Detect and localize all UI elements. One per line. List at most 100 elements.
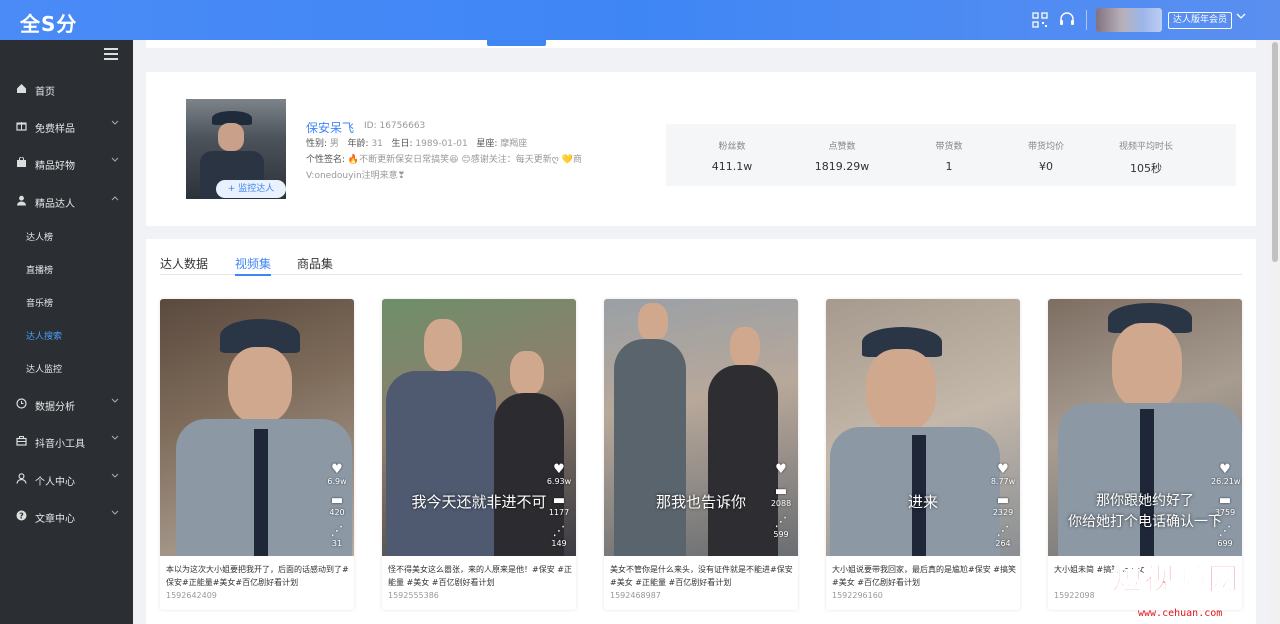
influencer-signature: 个性签名: 🔥不断更新保安日常搞笑😆 😊感谢关注：每天更新ღ 💛商 [306,152,582,165]
stat-label: 带货数 [935,142,963,152]
comment-icon: ▬ [552,493,566,508]
video-caption: 怪不得美女这么嚣张，来的人原来是他！#保安 #正能量 #美女 #百亿剧好看计划 [388,565,572,587]
vip-badge: 达人版年会员 [1168,12,1233,29]
video-side-stats: ♥ 6.9w ▬ 420 ⋰ 31 [323,463,351,556]
heart-icon: ♥ [775,462,787,477]
stat-avg-price: 带货均价 ¥0 [996,139,1096,173]
sidebar-item-featured-influencers[interactable]: 精品达人 [0,187,133,215]
stat-products: 带货数 1 [899,139,999,173]
video-caption: 本以为这次大小姐要把我开了，后面的话感动到了#保安#正能量#美女#百亿剧好看计划 [166,565,349,587]
signature-text: V:onedouyin注明来意❣ [306,171,406,181]
tab-influencer-data[interactable]: 达人数据 [160,255,208,272]
stat-value: ¥0 [1039,160,1053,173]
gender-value: 男 [329,139,339,149]
content-card: 达人数据 视频集 商品集 ♥ 6.9w ▬ 420 ⋰ 31 本以为这次大小姐要把我开… [146,239,1256,624]
video-side-stats: ♥ 26.21w ▬ 3759 ⋰ 699 [1211,463,1241,556]
video-thumbnail[interactable]: 我今天还就非进不可 ♥ 6.93w ▬ 1177 ⋰ 149 [382,299,576,556]
chevron-down-icon [111,156,119,165]
comment-icon: ▬ [996,493,1010,508]
video-thumbnail[interactable]: 那我也告诉你 ♥ ▬ 2088 ⋰ 599 [604,299,798,556]
site-watermark: 短视频网 www.cehuan.com [1112,548,1280,624]
topbar-divider [1086,10,1087,30]
video-side-stats: ♥ 8.77w ▬ 2329 ⋰ 264 [989,463,1017,556]
qr-code-icon[interactable] [1032,12,1048,28]
headset-icon[interactable] [1059,12,1075,28]
sidebar-subitem-label: 直播榜 [26,266,54,276]
sidebar-item-free-samples[interactable]: 免费样品 [0,112,133,140]
stat-value: 1 [945,160,953,173]
search-button[interactable] [487,40,546,46]
sidebar-item-featured-goods[interactable]: 精品好物 [0,149,133,177]
shares-count: 31 [331,539,343,548]
comments-count: 2088 [770,499,792,508]
sidebar-subitem-influencer-monitor[interactable]: 达人监控 [0,355,133,381]
sidebar-subitem-music-rank[interactable]: 音乐榜 [0,289,133,315]
tab-bar: 达人数据 视频集 商品集 [160,255,1242,276]
tab-videos[interactable]: 视频集 [235,255,272,276]
influencer-id: ID: 16756663 [364,121,426,131]
stat-value: 105秒 [1130,162,1162,175]
sidebar-item-label: 抖音小工具 [35,439,85,450]
watermark-url: www.cehuan.com [1138,608,1223,619]
chevron-down-icon [111,509,119,518]
stat-likes: 点赞数 1819.29w [792,139,892,173]
share-icon: ⋰ [552,524,566,539]
sidebar-item-personal-center[interactable]: 个人中心 [0,465,133,493]
influencer-stats: 粉丝数 411.1w 点赞数 1819.29w 带货数 1 带货均价 ¥0 视频… [666,124,1236,186]
scrollbar-thumb[interactable] [1272,42,1278,262]
profile-avatar: + 监控达人 [186,99,286,199]
share-icon: ⋰ [1218,524,1232,539]
zodiac-label: 星座: [476,139,498,149]
comments-count: 420 [329,508,345,517]
user-avatar[interactable] [1096,8,1162,32]
sidebar-item-label: 免费样品 [35,124,75,135]
influencer-name[interactable]: 保安呆飞 [306,119,354,136]
gender-label: 性别: [306,139,328,149]
sidebar-item-data-analysis[interactable]: 数据分析 [0,390,133,418]
video-card[interactable]: ♥ 6.9w ▬ 420 ⋰ 31 本以为这次大小姐要把我开了，后面的话感动到了#保安… [160,299,354,610]
video-card[interactable]: 那我也告诉你 ♥ ▬ 2088 ⋰ 599 美女不管你是什么来头，没有证件就是不能进… [604,299,798,610]
sidebar-item-label: 个人中心 [35,477,75,488]
clock-icon [16,398,27,409]
stat-avg-duration: 视频平均时长 105秒 [1096,139,1196,176]
sidebar-item-douyin-tools[interactable]: 抖音小工具 [0,427,133,455]
sidebar-subitem-label: 达人监控 [26,365,63,375]
stat-value: 1819.29w [814,160,870,173]
video-card[interactable]: 进来 ♥ 8.77w ▬ 2329 ⋰ 264 大小姐说要带我回家，最后真的是尴尬#保… [826,299,1020,610]
sidebar-subitem-influencer-search[interactable]: 达人搜索 [0,322,133,348]
app-logo[interactable]: 全S分 [20,8,77,37]
stat-value: 411.1w [711,160,753,173]
signature-label: 个性签名: [306,155,346,165]
comment-icon: ▬ [330,493,344,508]
video-thumbnail[interactable]: ♥ 6.9w ▬ 420 ⋰ 31 [160,299,354,556]
page-scrollbar[interactable] [1270,40,1280,624]
menu-collapse-icon[interactable] [104,48,118,60]
age-value: 31 [371,139,383,149]
sidebar-item-home[interactable]: 首页 [0,75,133,103]
video-caption: 大小姐说要带我回家，最后真的是尴尬#保安 #搞笑 #美女 #百亿剧好看计划 [832,565,1016,587]
stat-label: 带货均价 [1027,142,1064,152]
bag-icon [16,156,27,168]
sidebar-subitem-influencer-rank[interactable]: 达人榜 [0,223,133,249]
tab-products[interactable]: 商品集 [297,255,333,272]
video-thumbnail[interactable]: 进来 ♥ 8.77w ▬ 2329 ⋰ 264 [826,299,1020,556]
sidebar-subitem-label: 达人榜 [26,233,54,243]
chevron-down-icon [111,434,119,443]
likes-count: 26.21w [1211,477,1241,486]
chevron-down-icon[interactable] [1236,12,1246,23]
sidebar-item-label: 精品达人 [35,199,75,210]
shares-count: 149 [551,539,567,548]
video-id: 1592296160 [832,591,883,600]
sidebar-subitem-live-rank[interactable]: 直播榜 [0,256,133,282]
video-thumbnail[interactable]: 那你跟她约好了 你给她打个电话确认一下 ♥ 26.21w ▬ 3759 ⋰ 699 [1048,299,1242,556]
sidebar-item-article-center[interactable]: ? 文章中心 [0,502,133,530]
home-icon [16,83,27,94]
share-icon: ⋰ [330,524,344,539]
comments-count: 2329 [992,508,1014,517]
stat-label: 点赞数 [828,142,856,152]
video-card[interactable]: 我今天还就非进不可 ♥ 6.93w ▬ 1177 ⋰ 149 怪不得美女这么嚣张，来的… [382,299,576,610]
monitor-influencer-button[interactable]: + 监控达人 [216,180,286,198]
birthday-label: 生日: [391,139,413,149]
influencer-basic-info: 性别: 男 年龄: 31 生日: 1989-01-01 星座: 摩羯座 [306,136,527,149]
video-id: 15922098 [1054,591,1095,600]
